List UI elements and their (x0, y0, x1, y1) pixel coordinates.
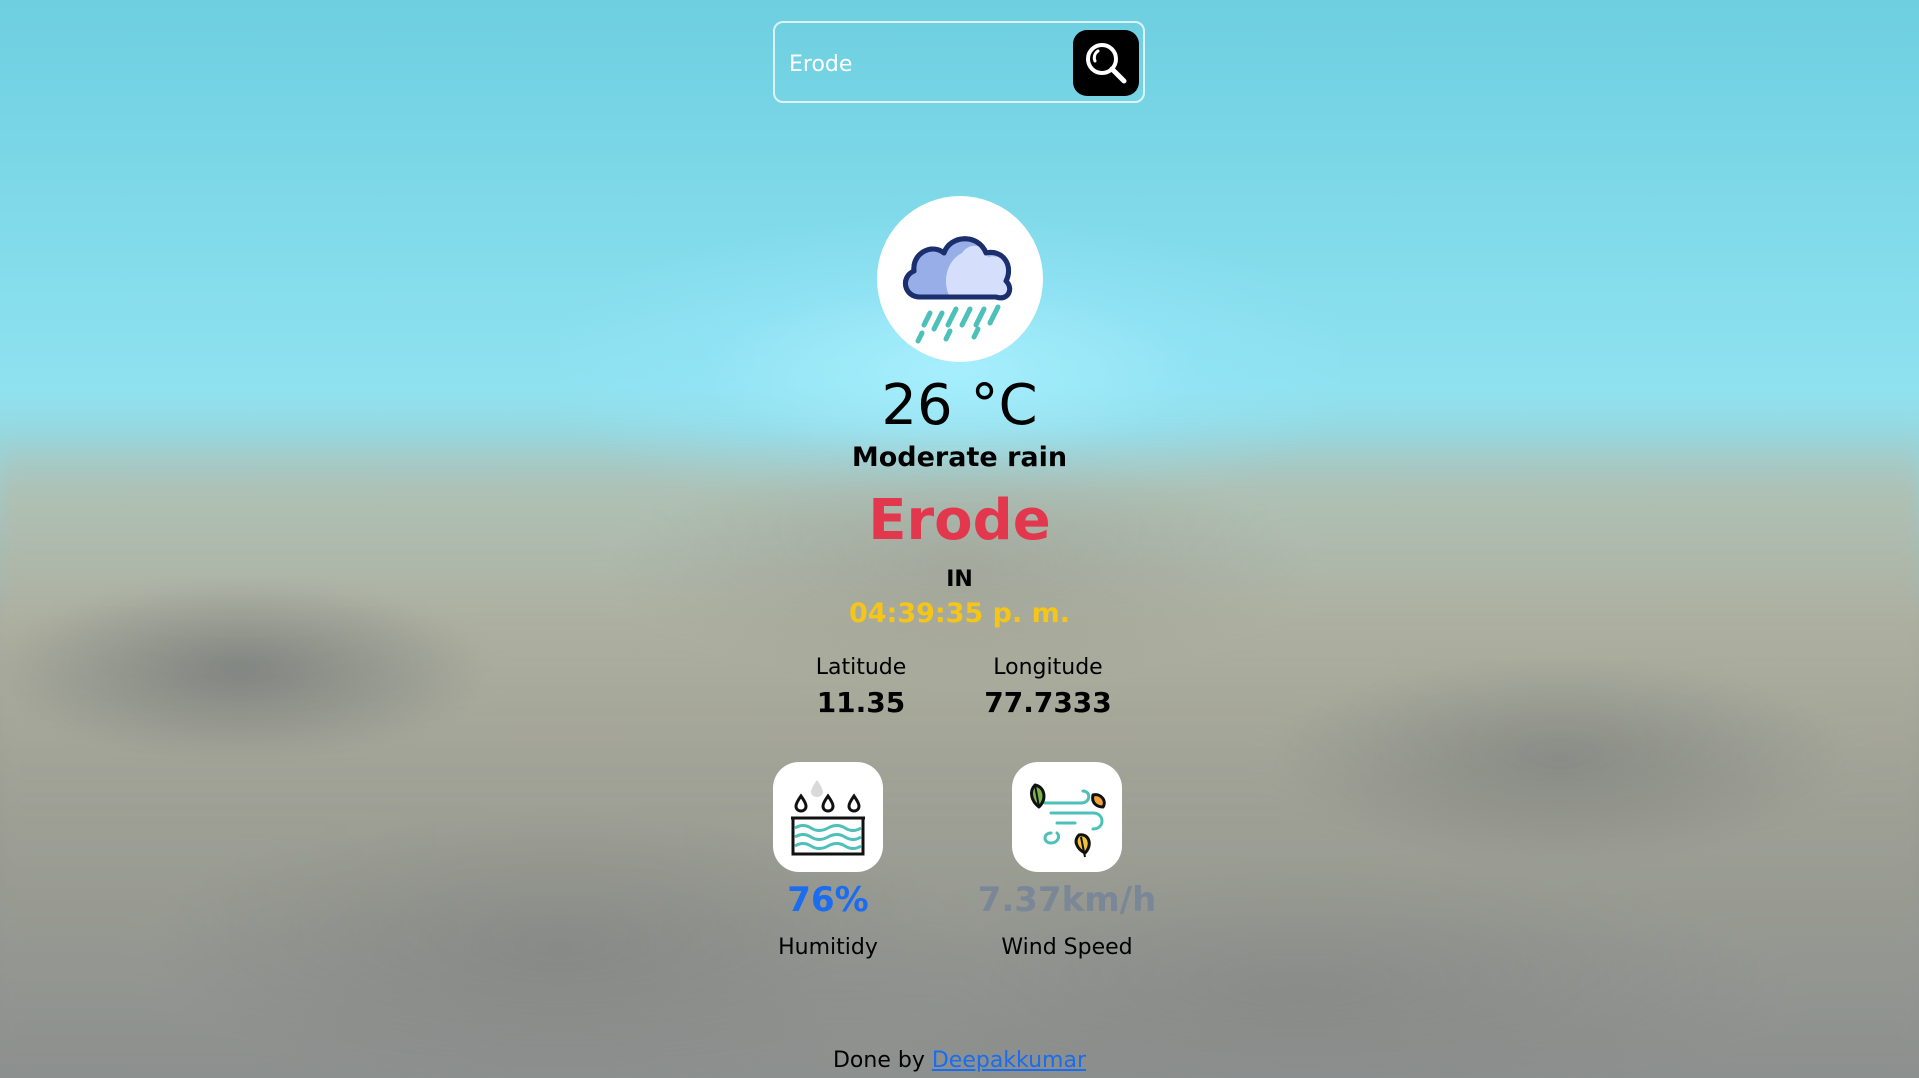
footer: Done by Deepakkumar (0, 1048, 1919, 1073)
wind-speed-label: Wind Speed (1001, 935, 1133, 960)
temperature: 26 °C (881, 373, 1038, 438)
wind-icon (1030, 783, 1106, 858)
latitude-label: Latitude (815, 655, 907, 680)
humidity-icon-container (773, 762, 883, 872)
search-button[interactable] (1073, 30, 1139, 96)
longitude-label: Longitude (993, 655, 1103, 680)
weather-app: 26 °C Moderate rain Erode IN 04:39:35 p.… (0, 0, 1919, 1078)
latitude-value: 11.35 (816, 686, 906, 719)
longitude-value: 77.7333 (984, 686, 1112, 719)
humidity-icon (791, 780, 865, 856)
rain-cloud-icon (903, 236, 1013, 344)
search-box (773, 21, 1145, 103)
city-name: Erode (868, 488, 1051, 553)
search-input[interactable] (787, 43, 1071, 85)
humidity-label: Humitidy (778, 935, 878, 960)
author-link[interactable]: Deepakkumar (932, 1048, 1086, 1073)
search-icon (1086, 43, 1127, 84)
wind-icon-container (1012, 762, 1122, 872)
longitude-block: Longitude 77.7333 (948, 655, 1148, 719)
footer-prefix: Done by (832, 1048, 925, 1073)
country-code: IN (946, 567, 973, 592)
humidity-value: 76% (787, 880, 869, 920)
weather-condition: Moderate rain (851, 442, 1068, 473)
latitude-block: Latitude 11.35 (761, 655, 961, 719)
wind-speed-value: 7.37km/h (977, 880, 1157, 920)
local-time: 04:39:35 p. m. (848, 598, 1071, 629)
weather-icon-container (877, 196, 1043, 362)
